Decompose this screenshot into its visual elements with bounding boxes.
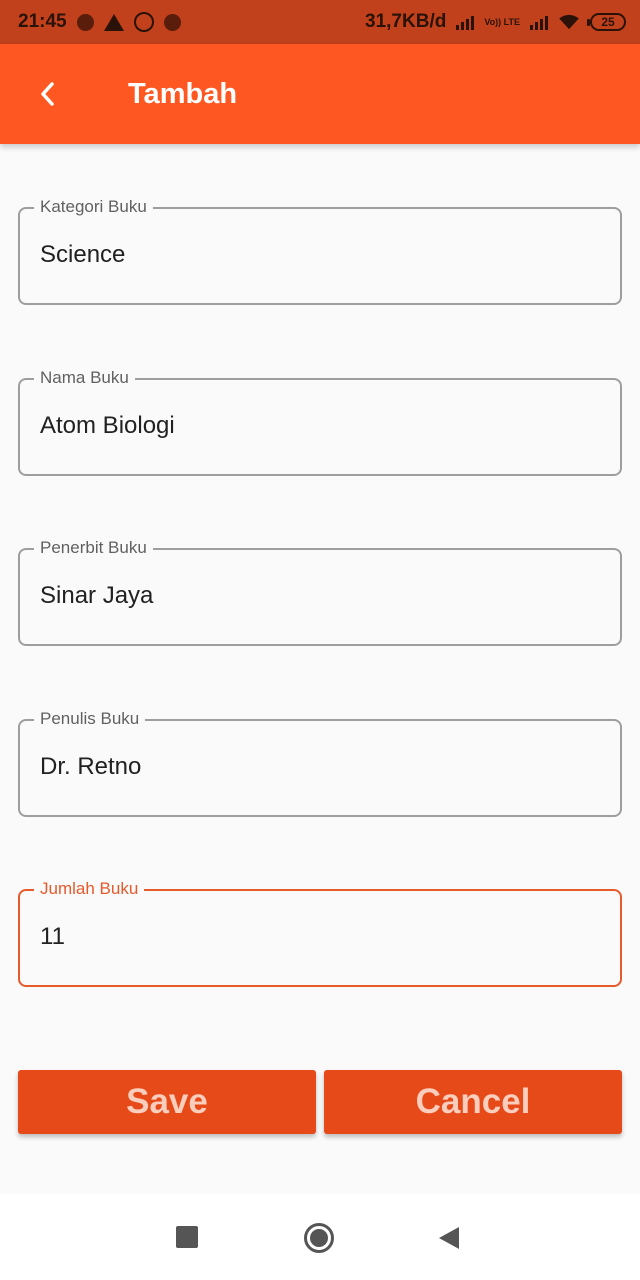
battery-icon: 25	[587, 13, 626, 31]
back-button[interactable]	[28, 74, 68, 114]
field-label: Jumlah Buku	[34, 879, 145, 899]
penerbit-buku-field[interactable]: Penerbit Buku Sinar Jaya	[18, 538, 622, 646]
field-label: Nama Buku	[34, 368, 135, 388]
chevron-left-icon	[41, 82, 54, 106]
home-button[interactable]	[303, 1222, 335, 1254]
field-label: Penerbit Buku	[34, 538, 153, 558]
network-speed: 31,7KB/d	[365, 11, 447, 32]
jumlah-buku-field[interactable]: Jumlah Buku 11	[18, 879, 622, 987]
save-button[interactable]: Save	[18, 1070, 316, 1134]
nama-buku-field[interactable]: Nama Buku Atom Biologi	[18, 368, 622, 476]
signal-icon	[456, 14, 475, 30]
wifi-icon	[559, 14, 579, 30]
signal-icon	[530, 14, 548, 30]
field-value: Dr. Retno	[40, 753, 142, 780]
page-title: Tambah	[128, 78, 238, 110]
notification-dot-icon	[163, 13, 181, 31]
system-nav-bar	[0, 1194, 640, 1280]
battery-level: 25	[601, 15, 615, 29]
app-bar: Tambah	[0, 44, 640, 144]
field-value: 11	[40, 923, 65, 950]
status-bar-right: 31,7KB/d Vo)) LTE 25	[365, 11, 626, 33]
status-bar: 21:45 31,7KB/d Vo)) LTE 25	[0, 0, 640, 44]
field-value: Science	[40, 241, 126, 268]
field-value: Sinar Jaya	[40, 582, 154, 609]
field-label: Penulis Buku	[34, 709, 146, 729]
notification-dot-icon	[76, 13, 94, 31]
whatsapp-icon	[133, 12, 154, 32]
square-icon[interactable]	[176, 1226, 198, 1248]
penulis-buku-field[interactable]: Penulis Buku Dr. Retno	[18, 709, 622, 817]
status-bar-left: 21:45	[18, 11, 181, 33]
cancel-button[interactable]: Cancel	[324, 1070, 622, 1134]
warning-icon	[103, 13, 124, 31]
status-time: 21:45	[18, 11, 67, 32]
back-nav-button[interactable]	[438, 1226, 460, 1250]
kategori-buku-field[interactable]: Kategori Buku Science	[18, 197, 622, 305]
circle-icon	[304, 1223, 334, 1253]
triangle-back-icon	[439, 1227, 459, 1249]
volte-label: Vo)) LTE	[484, 16, 520, 27]
field-value: Atom Biologi	[40, 412, 175, 439]
field-label: Kategori Buku	[34, 197, 153, 217]
